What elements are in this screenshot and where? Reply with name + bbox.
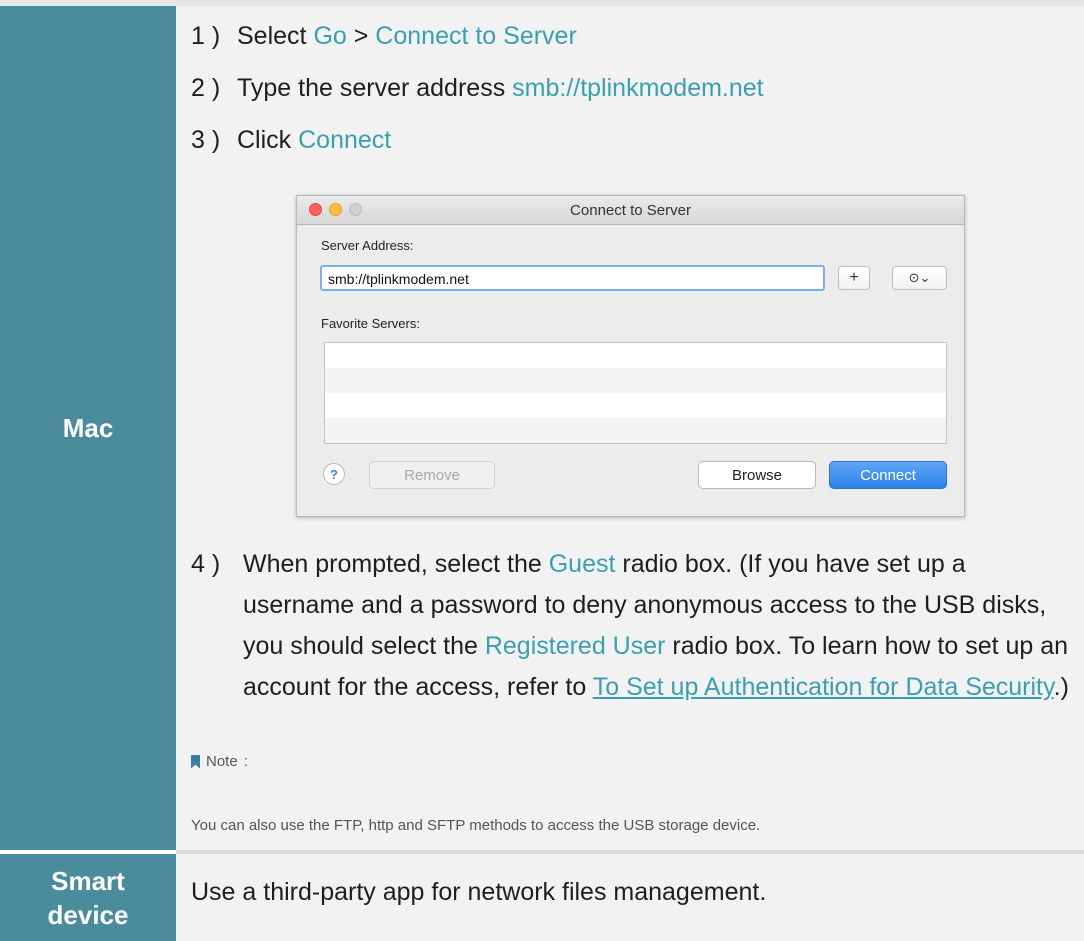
browse-button[interactable]: Browse bbox=[698, 461, 816, 489]
smart-device-text: Use a third-party app for network files … bbox=[191, 878, 767, 906]
clock-chevron-icon: ⊙⌄ bbox=[908, 270, 931, 285]
connect-button-label: Connect bbox=[860, 466, 916, 484]
connect-to-server-dialog: Connect to Server Server Address: smb://… bbox=[296, 195, 965, 517]
step-4-text-1: When prompted, select the bbox=[243, 550, 549, 578]
dialog-title: Connect to Server bbox=[570, 202, 691, 219]
row-label-smart-line2: device bbox=[47, 899, 129, 930]
favorite-servers-list[interactable] bbox=[324, 342, 947, 444]
server-address-label: Server Address: bbox=[321, 238, 414, 253]
note-text: You can also use the FTP, http and SFTP … bbox=[191, 817, 761, 834]
row-label-mac: Mac bbox=[0, 6, 176, 850]
dialog-titlebar: Connect to Server bbox=[297, 196, 964, 225]
step-2-text: Type the server address bbox=[237, 74, 513, 102]
browse-button-label: Browse bbox=[731, 466, 783, 484]
step-1-number: 1 ) bbox=[191, 22, 221, 50]
remove-button[interactable]: Remove bbox=[369, 461, 495, 489]
plus-icon: + bbox=[849, 269, 859, 286]
connect-button[interactable]: Connect bbox=[829, 461, 947, 489]
step-4-text-4: .) bbox=[1053, 673, 1069, 701]
step-3-connect: Connect bbox=[298, 126, 392, 154]
step-2: 2 ) Type the server address smb://tplinkm… bbox=[191, 72, 764, 104]
step-4: 4 ) When prompted, select the Guest radi… bbox=[191, 544, 1081, 708]
note-label: Note bbox=[206, 753, 238, 770]
list-item[interactable] bbox=[325, 418, 946, 443]
remove-button-label: Remove bbox=[404, 466, 460, 484]
step-3: 3 ) Click Connect bbox=[191, 124, 391, 156]
note-heading: Note: bbox=[191, 753, 248, 770]
row-label-smart-line1: Smart bbox=[51, 865, 125, 896]
add-favorite-button[interactable]: + bbox=[838, 266, 870, 290]
question-icon: ? bbox=[330, 466, 338, 482]
server-address-input[interactable]: smb://tplinkmodem.net bbox=[320, 265, 825, 291]
step-1-separator: > bbox=[346, 22, 376, 50]
step-4-guest: Guest bbox=[548, 550, 616, 578]
step-4-registered-user: Registered User bbox=[484, 632, 666, 660]
bookmark-icon bbox=[191, 754, 200, 769]
help-button[interactable]: ? bbox=[323, 463, 345, 485]
step-4-body: When prompted, select the Guest radio bo… bbox=[243, 544, 1081, 708]
list-item[interactable] bbox=[325, 343, 946, 368]
row-label-smart-device: Smart device bbox=[0, 854, 176, 941]
step-1-text: Select bbox=[237, 22, 314, 50]
favorite-servers-label: Favorite Servers: bbox=[321, 316, 420, 331]
step-1-go: Go bbox=[313, 22, 347, 50]
step-3-text: Click bbox=[237, 126, 299, 154]
step-2-server-address: smb://tplinkmodem.net bbox=[512, 74, 764, 102]
note-colon: : bbox=[243, 753, 248, 770]
authentication-link[interactable]: To Set up Authentication for Data Securi… bbox=[593, 673, 1054, 701]
step-3-number: 3 ) bbox=[191, 126, 221, 154]
row-label-mac-text: Mac bbox=[62, 412, 114, 443]
step-4-number: 4 ) bbox=[191, 550, 221, 578]
step-1: 1 ) Select Go > Connect to Server bbox=[191, 20, 577, 52]
list-item[interactable] bbox=[325, 368, 946, 393]
list-item[interactable] bbox=[325, 393, 946, 418]
document-page: Mac 1 ) Select Go > Connect to Server 2 )… bbox=[0, 0, 1084, 941]
step-2-number: 2 ) bbox=[191, 74, 221, 102]
step-1-connect-to-server: Connect to Server bbox=[375, 22, 577, 50]
recent-servers-button[interactable]: ⊙⌄ bbox=[892, 266, 947, 290]
